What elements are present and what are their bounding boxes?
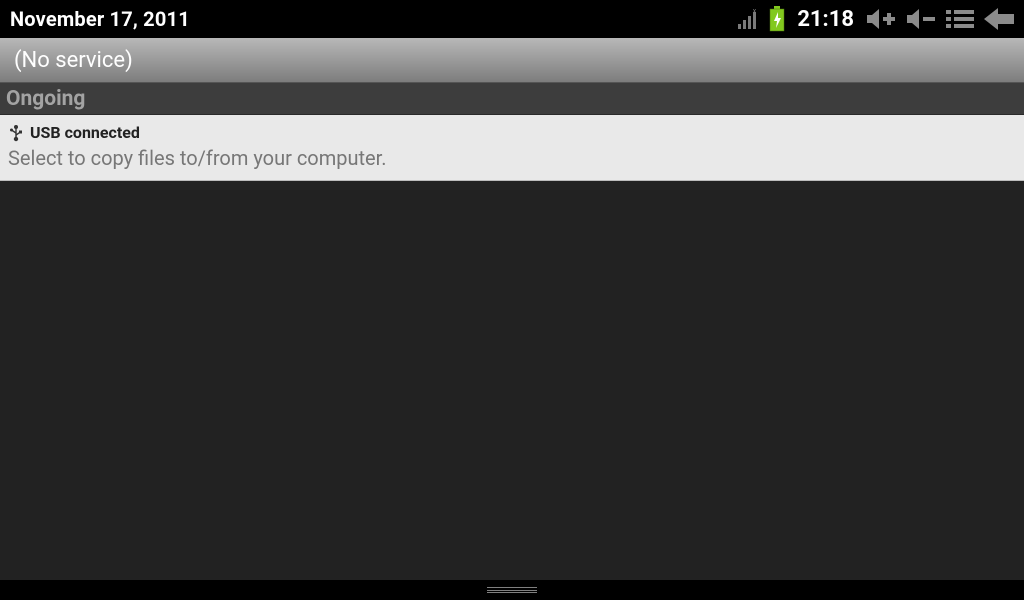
status-date: November 17, 2011 xyxy=(10,7,190,31)
service-text: (No service) xyxy=(14,48,133,73)
back-icon[interactable] xyxy=(984,6,1014,32)
service-banner: (No service) xyxy=(0,38,1024,83)
signal-icon: x xyxy=(737,8,759,30)
notification-top-row: USB connected xyxy=(8,123,1016,142)
status-time: 21:18 xyxy=(797,7,854,32)
empty-area xyxy=(0,181,1024,580)
volume-down-icon[interactable] xyxy=(906,6,936,32)
notification-subtitle: Select to copy files to/from your comput… xyxy=(8,146,1016,170)
drag-handle-icon[interactable] xyxy=(487,587,537,593)
notification-usb[interactable]: USB connected Select to copy files to/fr… xyxy=(0,115,1024,181)
status-right-cluster: x 21:18 xyxy=(737,6,1014,32)
bottom-bar[interactable] xyxy=(0,580,1024,600)
volume-up-icon[interactable] xyxy=(866,6,896,32)
battery-charging-icon xyxy=(769,6,785,32)
section-ongoing: Ongoing xyxy=(0,83,1024,115)
notification-title: USB connected xyxy=(30,123,140,142)
usb-icon xyxy=(8,124,24,142)
menu-icon[interactable] xyxy=(946,7,974,31)
status-bar: November 17, 2011 x 21:18 xyxy=(0,0,1024,38)
section-ongoing-label: Ongoing xyxy=(6,87,85,111)
svg-text:x: x xyxy=(753,8,757,15)
